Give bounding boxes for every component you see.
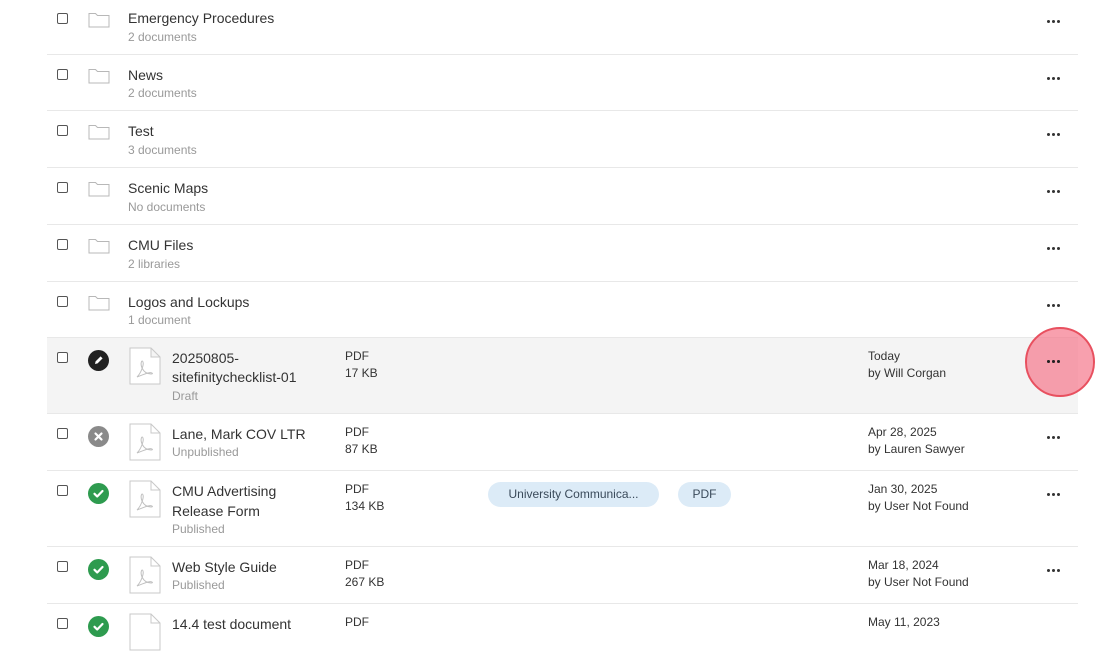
folder-count: No documents <box>128 200 206 214</box>
table-row[interactable]: 20250805- sitefinitychecklist-01 Draft P… <box>47 338 1078 414</box>
list-item[interactable]: Test 3 documents <box>47 111 1078 168</box>
file-type: PDF <box>345 482 369 496</box>
modified-date: Mar 18, 2024 <box>868 558 939 572</box>
row-checkbox[interactable] <box>57 296 68 307</box>
document-title[interactable]: CMU Advertising <box>172 482 276 502</box>
folder-title[interactable]: Test <box>128 122 154 142</box>
document-title-line2[interactable]: Release Form <box>172 502 260 522</box>
file-size: 17 KB <box>345 366 378 380</box>
file-type: PDF <box>345 615 369 629</box>
file-size: 267 KB <box>345 575 385 589</box>
row-checkbox[interactable] <box>57 13 68 24</box>
pdf-file-icon <box>129 613 161 651</box>
folder-count: 2 documents <box>128 30 197 44</box>
more-actions-button[interactable] <box>1047 190 1061 194</box>
document-status: Draft <box>172 389 199 403</box>
more-actions-button[interactable] <box>1047 247 1061 251</box>
type-tag[interactable]: PDF <box>678 482 731 507</box>
file-type: PDF <box>345 425 369 439</box>
document-status: Unpublished <box>172 445 239 459</box>
row-checkbox[interactable] <box>57 239 68 250</box>
document-title[interactable]: 20250805- <box>172 349 239 369</box>
row-checkbox[interactable] <box>57 182 68 193</box>
folder-title[interactable]: Logos and Lockups <box>128 293 249 313</box>
x-icon <box>94 432 103 441</box>
pdf-file-icon <box>129 423 161 461</box>
folder-title[interactable]: News <box>128 66 163 86</box>
modified-date: May 11, 2023 <box>868 615 940 629</box>
modified-by: by User Not Found <box>868 499 969 513</box>
table-row[interactable]: Web Style Guide Published PDF 267 KB Mar… <box>47 547 1078 604</box>
folder-count: 2 documents <box>128 86 197 100</box>
folder-icon <box>88 69 110 84</box>
folder-icon <box>88 125 110 140</box>
row-checkbox[interactable] <box>57 485 68 496</box>
category-tag[interactable]: University Communica... <box>488 482 659 507</box>
folder-title[interactable]: Scenic Maps <box>128 179 208 199</box>
row-checkbox[interactable] <box>57 125 68 136</box>
more-actions-button[interactable] <box>1047 436 1061 440</box>
folder-title[interactable]: CMU Files <box>128 236 193 256</box>
list-item[interactable]: Scenic Maps No documents <box>47 168 1078 225</box>
folder-icon <box>88 296 110 311</box>
modified-date: Today <box>868 349 901 363</box>
document-title[interactable]: Lane, Mark COV LTR <box>172 425 306 445</box>
more-actions-button[interactable] <box>1047 77 1061 81</box>
table-row[interactable]: CMU Advertising Release Form Published P… <box>47 471 1078 547</box>
library-list: Emergency Procedures 2 documents News 2 … <box>47 0 1078 651</box>
pdf-file-icon <box>129 556 161 594</box>
folder-title[interactable]: Emergency Procedures <box>128 9 274 29</box>
published-status-icon <box>88 616 109 637</box>
list-item[interactable]: News 2 documents <box>47 55 1078 111</box>
more-actions-button[interactable] <box>1047 569 1061 573</box>
modified-by: by User Not Found <box>868 575 969 589</box>
table-row[interactable]: Lane, Mark COV LTR Unpublished PDF 87 KB… <box>47 414 1078 471</box>
list-item[interactable]: Logos and Lockups 1 document <box>47 282 1078 338</box>
file-size: 134 KB <box>345 499 385 513</box>
check-icon <box>93 489 104 498</box>
table-row[interactable]: 14.4 test document PDF May 11, 2023 <box>47 604 1078 651</box>
unpublished-status-icon <box>88 426 109 447</box>
folder-icon <box>88 182 110 197</box>
document-title-line2[interactable]: sitefinitychecklist-01 <box>172 368 297 388</box>
row-checkbox[interactable] <box>57 618 68 629</box>
document-status: Published <box>172 578 225 592</box>
more-actions-button[interactable] <box>1047 20 1061 24</box>
more-actions-button[interactable] <box>1047 304 1061 308</box>
more-actions-button[interactable] <box>1047 133 1061 137</box>
row-checkbox[interactable] <box>57 69 68 80</box>
modified-date: Jan 30, 2025 <box>868 482 938 496</box>
row-checkbox[interactable] <box>57 352 68 363</box>
pdf-file-icon <box>129 347 161 385</box>
file-type: PDF <box>345 558 369 572</box>
document-title[interactable]: Web Style Guide <box>172 558 277 578</box>
more-actions-button[interactable] <box>1047 493 1061 497</box>
more-actions-button-active[interactable] <box>1047 360 1061 364</box>
published-status-icon <box>88 559 109 580</box>
check-icon <box>93 622 104 631</box>
document-status: Published <box>172 522 225 536</box>
row-checkbox[interactable] <box>57 428 68 439</box>
row-checkbox[interactable] <box>57 561 68 572</box>
draft-status-icon <box>88 350 109 371</box>
list-item[interactable]: Emergency Procedures 2 documents <box>47 0 1078 55</box>
folder-count: 1 document <box>128 313 191 327</box>
folder-count: 3 documents <box>128 143 197 157</box>
pdf-file-icon <box>129 480 161 518</box>
file-size: 87 KB <box>345 442 378 456</box>
modified-by: by Will Corgan <box>868 366 947 380</box>
published-status-icon <box>88 483 109 504</box>
pencil-icon <box>95 356 103 364</box>
folder-icon <box>88 13 110 28</box>
check-icon <box>93 565 104 574</box>
folder-count: 2 libraries <box>128 257 181 271</box>
modified-by: by Lauren Sawyer <box>868 442 965 456</box>
file-type: PDF <box>345 349 369 363</box>
modified-date: Apr 28, 2025 <box>868 425 937 439</box>
folder-icon <box>88 239 110 254</box>
list-item[interactable]: CMU Files 2 libraries <box>47 225 1078 282</box>
